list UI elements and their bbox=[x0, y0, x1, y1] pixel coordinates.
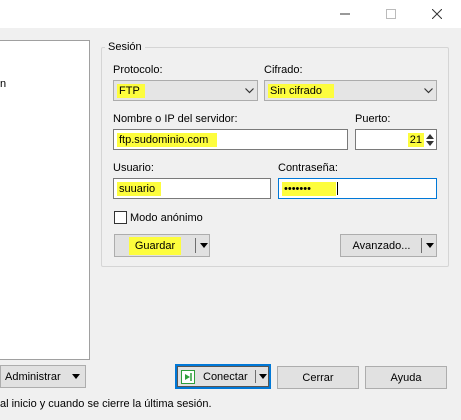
anonymous-label: Modo anónimo bbox=[130, 211, 203, 224]
manage-button[interactable]: Administrar bbox=[0, 365, 86, 388]
chevron-down-icon bbox=[420, 81, 436, 100]
protocol-label: Protocolo: bbox=[113, 64, 163, 76]
close-icon bbox=[432, 9, 442, 19]
advanced-button[interactable]: Avanzado... bbox=[340, 234, 437, 257]
minimize-button[interactable] bbox=[323, 0, 367, 28]
minimize-icon bbox=[340, 13, 350, 15]
help-label: Ayuda bbox=[390, 371, 422, 384]
manage-label: Administrar bbox=[5, 370, 61, 383]
user-input[interactable]: suuario bbox=[113, 178, 271, 199]
connect-label: Conectar bbox=[203, 370, 248, 383]
dropdown-arrow-icon[interactable] bbox=[200, 243, 208, 248]
anonymous-checkbox-row[interactable]: Modo anónimo bbox=[114, 211, 203, 224]
spin-down-icon bbox=[426, 140, 434, 146]
status-text: al inicio y cuando se cierre la última s… bbox=[0, 398, 212, 410]
split-divider bbox=[255, 370, 256, 383]
dropdown-arrow-icon[interactable] bbox=[426, 243, 434, 248]
encryption-label: Cifrado: bbox=[264, 64, 303, 76]
encryption-select[interactable]: Sin cifrado bbox=[264, 80, 437, 101]
spin-up-icon bbox=[426, 133, 434, 139]
host-value: ftp.sudominio.com bbox=[117, 132, 217, 147]
dropdown-arrow-icon[interactable] bbox=[259, 374, 267, 379]
host-input[interactable]: ftp.sudominio.com bbox=[113, 129, 348, 150]
maximize-button[interactable] bbox=[369, 0, 413, 28]
connect-icon bbox=[181, 369, 195, 384]
close-button[interactable] bbox=[415, 0, 459, 28]
close-dialog-label: Cerrar bbox=[302, 371, 334, 384]
connect-button[interactable]: Conectar bbox=[177, 366, 269, 387]
split-divider bbox=[195, 238, 196, 253]
user-value: suuario bbox=[117, 181, 161, 196]
sites-tree-partial-text: n bbox=[0, 78, 7, 90]
session-group-title: Sesión bbox=[105, 41, 145, 53]
host-label: Nombre o IP del servidor: bbox=[113, 113, 238, 125]
port-value: 21 bbox=[407, 132, 424, 147]
maximize-icon bbox=[386, 9, 396, 19]
split-divider bbox=[421, 238, 422, 253]
help-button[interactable]: Ayuda bbox=[365, 366, 447, 389]
chevron-down-icon bbox=[241, 81, 257, 100]
encryption-value: Sin cifrado bbox=[268, 83, 334, 98]
sites-tree-panel[interactable] bbox=[0, 40, 90, 360]
password-input[interactable]: ••••••• bbox=[278, 178, 437, 199]
port-spinner[interactable] bbox=[426, 133, 434, 147]
dropdown-arrow-icon bbox=[72, 374, 80, 379]
protocol-value: FTP bbox=[117, 83, 145, 98]
advanced-label: Avanzado... bbox=[352, 239, 411, 252]
protocol-select[interactable]: FTP bbox=[113, 80, 258, 101]
port-label: Puerto: bbox=[355, 113, 391, 125]
close-dialog-button[interactable]: Cerrar bbox=[277, 366, 359, 389]
save-button[interactable]: Guardar bbox=[114, 234, 210, 257]
password-value: ••••••• bbox=[282, 181, 336, 196]
port-input[interactable]: 21 bbox=[355, 129, 437, 150]
anonymous-checkbox[interactable] bbox=[114, 211, 127, 224]
save-label: Guardar bbox=[128, 236, 182, 255]
password-label: Contraseña: bbox=[278, 162, 338, 174]
user-label: Usuario: bbox=[113, 162, 154, 174]
text-cursor bbox=[337, 182, 338, 195]
